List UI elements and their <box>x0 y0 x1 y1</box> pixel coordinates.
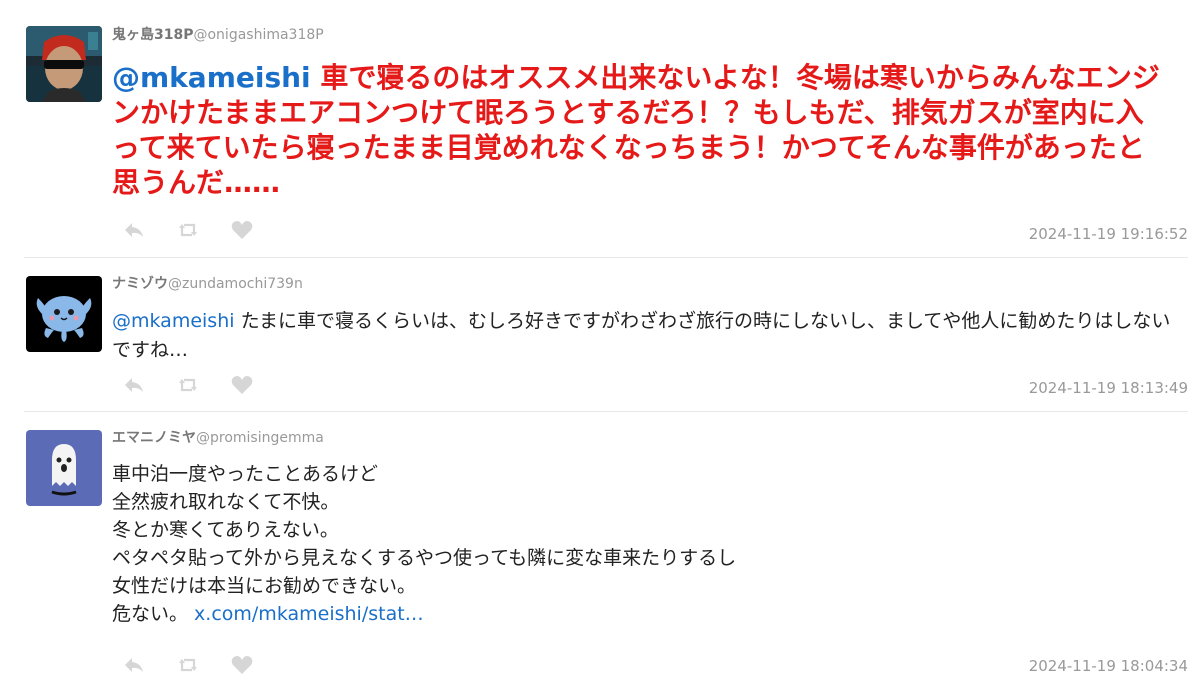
reply-icon[interactable] <box>122 219 146 241</box>
tweet-header: エマニノミヤ@promisingemma <box>112 429 324 447</box>
display-name[interactable]: ナミゾウ <box>112 276 168 292</box>
timestamp[interactable]: 2024-11-19 18:04:34 <box>1029 657 1188 675</box>
display-name[interactable]: 鬼ヶ島318P <box>112 27 193 43</box>
tweet-text-line: 車中泊一度やったことあるけど <box>112 463 379 485</box>
reply-icon[interactable] <box>122 654 146 676</box>
heart-icon[interactable] <box>230 219 254 241</box>
heart-icon[interactable] <box>230 374 254 396</box>
mention-link[interactable]: @mkameishi <box>112 61 311 94</box>
avatar[interactable] <box>26 430 102 506</box>
tweet-actions <box>122 219 254 241</box>
tweet-text: 車中泊一度やったことあるけど 全然疲れ取れなくて不快。 冬とか寒くてありえない。… <box>112 460 1187 628</box>
heart-icon[interactable] <box>230 654 254 676</box>
tweet-actions <box>122 374 254 396</box>
retweet-icon[interactable] <box>176 654 200 676</box>
user-handle[interactable]: @onigashima318P <box>193 27 323 43</box>
tweet-text-line: 女性だけは本当にお勧めできない。 <box>112 575 417 597</box>
reply-icon[interactable] <box>122 374 146 396</box>
tweet-text-line: 全然疲れ取れなくて不快。 <box>112 491 340 513</box>
avatar[interactable] <box>26 276 102 352</box>
tweet-header: 鬼ヶ島318P@onigashima318P <box>112 26 324 44</box>
tweet-text-content: 危ない。 <box>112 603 195 625</box>
avatar[interactable] <box>26 26 102 102</box>
retweet-icon[interactable] <box>176 219 200 241</box>
tweet-text-line: 危ない。 x.com/mkameishi/stat… <box>112 600 1187 628</box>
tweet-url-link[interactable]: x.com/mkameishi/stat… <box>194 603 424 625</box>
retweet-icon[interactable] <box>176 374 200 396</box>
tweet-text: @mkameishi たまに車で寝るくらいは、むしろ好きですがわざわざ旅行の時に… <box>112 307 1187 365</box>
tweet-feed: 鬼ヶ島318P@onigashima318P @mkameishi 車で寝るのは… <box>0 0 1200 691</box>
tweet-actions <box>122 654 254 676</box>
divider <box>24 257 1188 258</box>
timestamp[interactable]: 2024-11-19 18:13:49 <box>1029 379 1188 397</box>
tweet-text-content: たまに車で寝るくらいは、むしろ好きですがわざわざ旅行の時にしないし、ましてや他人… <box>112 310 1171 361</box>
tweet-text-line: ペタペタ貼って外から見えなくするやつ使っても隣に変な車来たりするし <box>112 547 737 569</box>
display-name[interactable]: エマニノミヤ <box>112 430 196 446</box>
timestamp[interactable]: 2024-11-19 19:16:52 <box>1029 225 1188 243</box>
divider <box>24 411 1188 412</box>
user-handle[interactable]: @promisingemma <box>196 430 324 446</box>
user-handle[interactable]: @zundamochi739n <box>168 276 303 292</box>
tweet-text-line: 冬とか寒くてありえない。 <box>112 519 339 541</box>
mention-link[interactable]: @mkameishi <box>112 310 235 332</box>
tweet-text: @mkameishi 車で寝るのはオススメ出来ないよな！冬場は寒いからみんなエン… <box>112 60 1162 200</box>
tweet-header: ナミゾウ@zundamochi739n <box>112 275 303 293</box>
